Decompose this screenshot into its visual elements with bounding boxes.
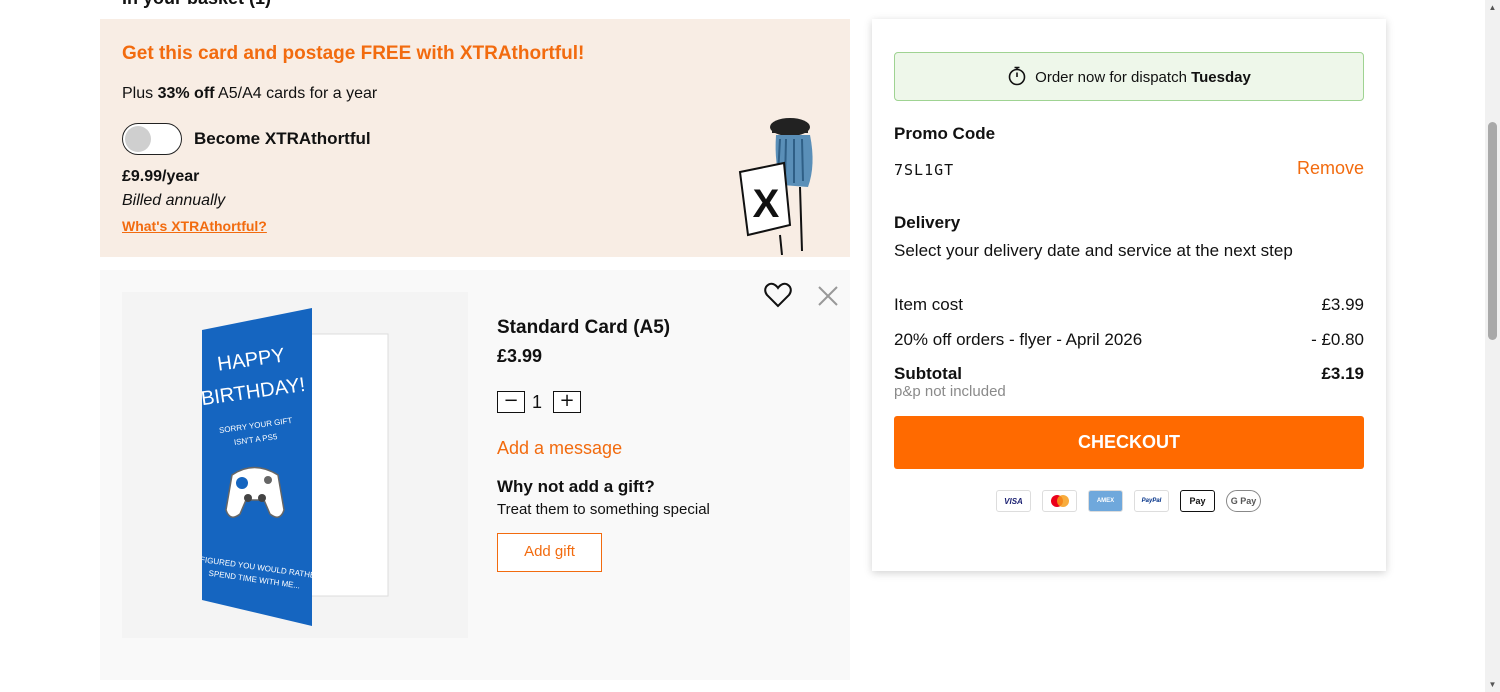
whats-xtra-link[interactable]: What's XTRAthortful?	[122, 218, 267, 234]
paypal-icon: PayPal	[1134, 490, 1169, 512]
xtra-toggle[interactable]	[122, 123, 182, 155]
pp-note: p&p not included	[894, 383, 1006, 400]
promo-title: Get this card and postage FREE with XTRA…	[122, 43, 585, 64]
stopwatch-icon	[1008, 66, 1026, 86]
google-pay-icon: G Pay	[1226, 490, 1261, 512]
apple-pay-icon: Pay	[1180, 490, 1215, 512]
add-message-link[interactable]: Add a message	[497, 438, 622, 459]
discount-value: - £0.80	[1311, 330, 1364, 349]
mascot-letter: X	[753, 182, 780, 226]
promo-remove-link[interactable]: Remove	[1297, 158, 1364, 179]
item-cost-label: Item cost	[894, 295, 963, 314]
xtra-price: £9.99/year	[122, 168, 200, 185]
order-summary: Order now for dispatch Tuesday Promo Cod…	[872, 19, 1386, 571]
promo-subtitle-prefix: Plus	[122, 85, 158, 102]
qty-value: 1	[532, 392, 543, 412]
dispatch-day: Tuesday	[1191, 69, 1251, 86]
heart-icon[interactable]	[764, 282, 792, 308]
subtotal-label: Subtotal	[894, 364, 962, 383]
dispatch-banner: Order now for dispatch Tuesday	[894, 52, 1364, 101]
item-cost-value: £3.99	[1321, 295, 1364, 314]
subtotal-value: £3.19	[1321, 364, 1364, 383]
page-scrollbar[interactable]: ▲ ▼	[1485, 0, 1500, 692]
qty-decrease-button[interactable]: −	[497, 391, 525, 413]
checkout-button[interactable]: CHECKOUT	[894, 416, 1364, 469]
xtra-toggle-label[interactable]: Become XTRAthortful	[194, 129, 371, 149]
delivery-subtitle: Select your delivery date and service at…	[894, 241, 1293, 260]
scroll-down-arrow-icon[interactable]: ▼	[1485, 677, 1500, 692]
xtra-promo-panel: Get this card and postage FREE with XTRA…	[100, 19, 850, 257]
promo-code-heading: Promo Code	[894, 124, 996, 143]
xtra-billed: Billed annually	[122, 192, 226, 209]
scrollbar-thumb[interactable]	[1488, 122, 1497, 340]
payment-methods: VISA AMEX PayPal Pay G Pay	[996, 490, 1261, 512]
gift-title: Why not add a gift?	[497, 477, 655, 496]
qty-increase-button[interactable]: +	[553, 391, 581, 413]
delivery-heading: Delivery	[894, 213, 961, 232]
card-artwork: HAPPY BIRTHDAY! SORRY YOUR GIFT ISN'T A …	[202, 308, 389, 626]
product-name[interactable]: Standard Card (A5)	[497, 317, 670, 339]
dispatch-text: Order now for dispatch Tuesday	[895, 66, 1363, 86]
promo-subtitle: Plus 33% off A5/A4 cards for a year	[122, 85, 377, 103]
basket-item: HAPPY BIRTHDAY! SORRY YOUR GIFT ISN'T A …	[100, 270, 850, 680]
card-thumbnail[interactable]: HAPPY BIRTHDAY! SORRY YOUR GIFT ISN'T A …	[122, 292, 468, 638]
promo-code-value: 7SL1GT	[894, 161, 955, 179]
promo-subtitle-discount: 33% off	[157, 85, 215, 102]
toggle-knob	[125, 126, 151, 152]
basket-heading: In your basket (1)	[122, 0, 271, 9]
amex-icon: AMEX	[1088, 490, 1123, 512]
mastercard-icon	[1042, 490, 1077, 512]
dispatch-prefix: Order now for dispatch	[1035, 69, 1192, 86]
visa-icon: VISA	[996, 490, 1031, 512]
gift-subtitle: Treat them to something special	[497, 501, 710, 518]
add-gift-button[interactable]: Add gift	[497, 533, 602, 572]
close-icon[interactable]	[816, 284, 840, 308]
scroll-up-arrow-icon[interactable]: ▲	[1485, 0, 1500, 15]
discount-label: 20% off orders - flyer - April 2026	[894, 330, 1143, 349]
promo-subtitle-suffix: A5/A4 cards for a year	[214, 85, 378, 102]
mascot-illustration: X	[738, 118, 813, 255]
product-price: £3.99	[497, 346, 543, 366]
